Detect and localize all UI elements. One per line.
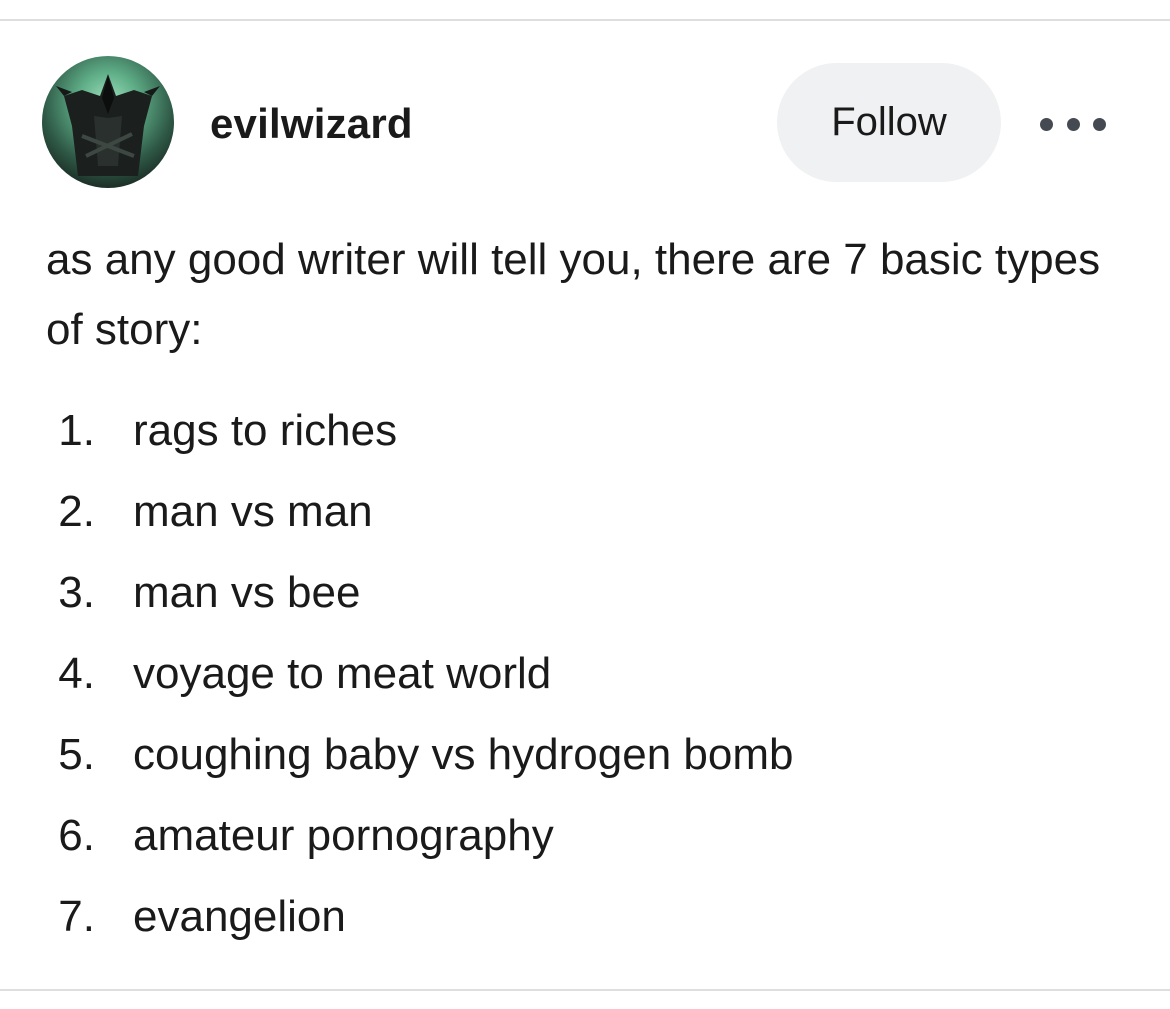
more-options-icon[interactable] — [1040, 104, 1106, 144]
list-item: 2. man vs man — [40, 471, 1130, 552]
list-item-text: man vs man — [133, 486, 373, 536]
author-username[interactable]: evilwizard — [210, 98, 413, 150]
list-item: 6. amateur pornography — [40, 795, 1130, 876]
dot — [1040, 117, 1053, 131]
list-item: 4. voyage to meat world — [40, 633, 1130, 714]
list-item-text: voyage to meat world — [133, 648, 552, 698]
list-item: 7. evangelion — [40, 876, 1130, 957]
hooded-wizard-icon — [42, 56, 174, 188]
dot — [1093, 117, 1106, 131]
post-intro-text: as any good writer will tell you, there … — [46, 235, 1101, 354]
list-item-text: amateur pornography — [133, 810, 554, 860]
list-item-number: 5. — [58, 729, 95, 779]
list-item: 5. coughing baby vs hydrogen bomb — [40, 714, 1130, 795]
list-item-number: 3. — [58, 567, 95, 617]
list-item-number: 7. — [58, 891, 95, 941]
list-item-number: 4. — [58, 648, 95, 698]
dot — [1066, 117, 1080, 131]
story-type-list: 1. rags to riches 2. man vs man 3. man v… — [40, 390, 1130, 957]
list-item-number: 1. — [58, 405, 95, 455]
list-item-text: man vs bee — [133, 567, 361, 617]
avatar[interactable] — [42, 56, 174, 188]
bottom-divider — [0, 989, 1170, 991]
list-item-text: coughing baby vs hydrogen bomb — [133, 729, 794, 779]
list-item-text: evangelion — [133, 891, 346, 941]
follow-button[interactable]: Follow — [777, 63, 1001, 182]
list-item: 1. rags to riches — [40, 390, 1130, 471]
list-item: 3. man vs bee — [40, 552, 1130, 633]
top-divider — [0, 19, 1170, 21]
list-item-number: 6. — [58, 810, 95, 860]
list-item-text: rags to riches — [133, 405, 398, 455]
list-item-number: 2. — [58, 486, 95, 536]
